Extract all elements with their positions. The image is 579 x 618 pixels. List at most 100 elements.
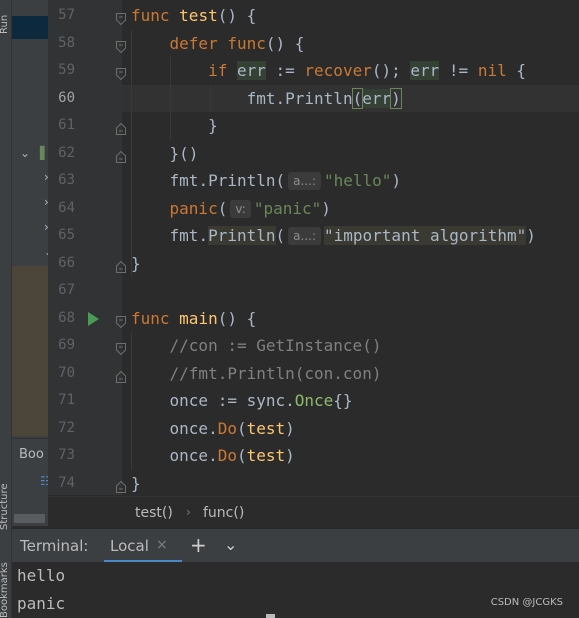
code-line[interactable]: if err := recover(); err != nil {	[131, 57, 526, 85]
line-number[interactable]: 69	[48, 332, 75, 360]
code-line[interactable]: once := sync.Once{}	[131, 387, 353, 415]
code-token: (	[236, 446, 247, 465]
fold-marker-icon[interactable]	[116, 340, 126, 356]
line-number[interactable]: 57	[48, 2, 75, 30]
code-line[interactable]: }	[131, 112, 218, 140]
breadcrumb-item-test[interactable]: test()	[135, 505, 173, 521]
line-number[interactable]: 67	[48, 277, 75, 305]
line-number[interactable]: 62	[48, 140, 75, 168]
fold-marker-icon[interactable]	[116, 38, 126, 53]
line-number[interactable]: 72	[48, 415, 75, 443]
run-tool-label[interactable]: Run	[0, 15, 10, 34]
code-line[interactable]: fmt.Println(err)	[131, 85, 402, 113]
code-token: func	[131, 308, 170, 328]
fold-marker-icon[interactable]	[116, 65, 126, 81]
code-line[interactable]: panic(v: "panic")	[131, 195, 331, 223]
parameter-hint: a...:	[288, 227, 321, 245]
code-line[interactable]: once.Do(test)	[131, 442, 295, 470]
code-token: fmt	[246, 88, 276, 108]
code-token: .	[275, 88, 286, 108]
code-token: Println	[285, 88, 353, 108]
fold-marker-icon[interactable]	[116, 10, 126, 26]
fold-marker-icon[interactable]	[116, 368, 126, 383]
code-token: .	[285, 391, 295, 410]
code-token: "important algorithm"	[324, 226, 527, 245]
code-token: () {	[217, 6, 257, 25]
terminal-output[interactable]: hello panic	[12, 562, 579, 618]
code-line[interactable]: fmt.Println(a...: "hello")	[131, 167, 401, 195]
fold-marker-icon[interactable]	[116, 258, 126, 273]
code-token: )	[391, 171, 402, 190]
bookmarks-tool-label[interactable]: Bookmarks	[0, 562, 10, 618]
run-icon[interactable]	[88, 311, 99, 326]
code-token: )	[285, 418, 295, 438]
code-token: () {	[265, 33, 305, 53]
code-line[interactable]: }	[131, 250, 141, 278]
code-line[interactable]: //fmt.Println(con.con)	[131, 360, 382, 388]
terminal-tab-local[interactable]: Local ×	[104, 529, 182, 563]
code-token: (	[217, 198, 228, 218]
code-line[interactable]: fmt.Println(a...: "important algorithm")	[131, 222, 536, 250]
code-token: Println	[208, 171, 276, 190]
code-token: err	[410, 61, 440, 80]
horizontal-scrollbar[interactable]	[14, 514, 45, 523]
fold-marker-icon[interactable]	[116, 148, 126, 163]
code-line[interactable]: func main() {	[131, 305, 256, 333]
add-icon[interactable]: +	[190, 533, 207, 557]
line-number[interactable]: 65	[48, 222, 75, 250]
tree-highlight-area	[12, 266, 48, 436]
code-line[interactable]: //con := GetInstance()	[131, 332, 382, 360]
code-token: (	[275, 171, 286, 190]
fold-marker-icon[interactable]	[116, 120, 126, 135]
breadcrumb-item-func[interactable]: func()	[203, 505, 244, 521]
code-line[interactable]: }()	[131, 140, 199, 168]
code-token: if	[208, 61, 228, 80]
line-number[interactable]: 60	[48, 85, 75, 113]
code-token: //con := GetInstance()	[169, 336, 382, 355]
fold-marker-icon[interactable]	[116, 478, 126, 493]
code-token: fmt	[169, 171, 199, 190]
line-number[interactable]: 58	[48, 30, 75, 58]
close-icon[interactable]: ×	[156, 537, 168, 553]
line-number[interactable]: 68	[48, 305, 75, 333]
chevron-down-icon[interactable]: ⌄	[224, 535, 237, 554]
project-panel: ⌄ ▌ › › › ⌄	[12, 0, 48, 495]
code-token: defer	[169, 33, 218, 53]
code-token: }()	[131, 143, 199, 163]
line-number[interactable]: 59	[48, 57, 75, 85]
line-number[interactable]: 63	[48, 167, 75, 195]
code-token: }	[131, 116, 218, 135]
structure-panel-header[interactable]: Boo	[12, 438, 48, 471]
terminal-title: Terminal:	[20, 537, 89, 555]
line-number[interactable]: 66	[48, 250, 75, 278]
code-line[interactable]: func test() {	[131, 2, 256, 30]
resize-handle[interactable]	[266, 614, 275, 618]
line-number[interactable]: 70	[48, 360, 75, 388]
code-token: test	[246, 418, 286, 438]
code-line[interactable]: once.Do(test)	[131, 415, 295, 443]
code-line[interactable]: }	[131, 470, 141, 498]
fold-marker-icon[interactable]	[116, 313, 126, 328]
line-number[interactable]: 71	[48, 387, 75, 415]
code-token: )	[390, 87, 402, 109]
code-line[interactable]: defer func() {	[131, 30, 305, 58]
code-token: Once	[294, 391, 334, 410]
line-number[interactable]: 73	[48, 442, 75, 470]
structure-tool-label[interactable]: Structure	[0, 483, 10, 530]
structure-panel-title: Boo	[19, 447, 44, 462]
tree-expand-icon[interactable]: ⌄	[20, 146, 30, 160]
code-token: err	[236, 61, 266, 80]
line-number[interactable]: 61	[48, 112, 75, 140]
line-number[interactable]: 64	[48, 195, 75, 223]
code-token: panic	[169, 198, 218, 218]
code-token: !=	[439, 61, 478, 80]
project-selected-row[interactable]	[12, 16, 48, 39]
code-token: }	[131, 473, 141, 493]
breadcrumb: test() › func()	[48, 496, 579, 529]
line-number[interactable]: 74	[48, 470, 75, 498]
